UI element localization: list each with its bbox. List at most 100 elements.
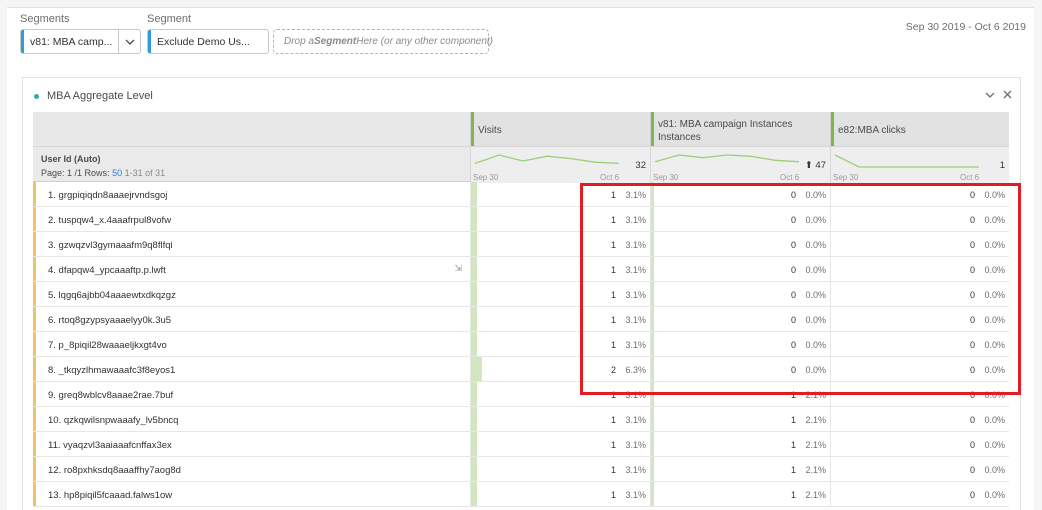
row-dimension-value[interactable]: 3. gzwqzvl3gymaaafm9q8flfqi [33, 232, 470, 256]
close-icon[interactable] [1003, 88, 1012, 102]
column-header-visits[interactable]: Visits [470, 112, 650, 146]
cell-value: 0 [969, 465, 975, 475]
dimension-name[interactable]: User Id (Auto) [41, 154, 470, 164]
table-row[interactable]: 9. greq8wblcv8aaae2rae.7buf 1 3.1% 1 2.1… [33, 382, 1009, 407]
row-dimension-value[interactable]: 4. dfapqw4_ypcaaaftp.p.lwft ⇲ [33, 257, 470, 281]
cell-percent: 2.1% [805, 390, 826, 400]
sparkline [474, 154, 620, 165]
cell-value: 1 [790, 440, 796, 450]
row-dimension-value[interactable]: 1. grgpiqiqdn8aaaejrvndsgoj [33, 182, 470, 206]
cell-visits: 2 6.3% [470, 357, 650, 381]
table-row[interactable]: 10. qzkqwilsnpwaaafy_lv5bncq 1 3.1% 1 2.… [33, 407, 1009, 432]
table-row[interactable]: 3. gzwqzvl3gymaaafm9q8flfqi 1 3.1% 0 0.0… [33, 232, 1009, 257]
cell-value: 0 [969, 490, 975, 500]
cell-instances: 0 0.0% [650, 282, 830, 306]
cell-instances: 1 2.1% [650, 407, 830, 431]
chevron-down-icon[interactable] [985, 88, 995, 102]
table-row[interactable]: 11. vyaqzvl3aaiaaafcnffax3ex 1 3.1% 1 2.… [33, 432, 1009, 457]
table-row[interactable]: 5. lqgq6ajbb04aaaewtxdkqzgz 1 3.1% 0 0.0… [33, 282, 1009, 307]
cell-visits: 1 3.1% [470, 457, 650, 481]
cell-percent: 0.0% [984, 340, 1005, 350]
row-dimension-value[interactable]: 10. qzkqwilsnpwaaafy_lv5bncq [33, 407, 470, 431]
visits-bar [471, 182, 477, 206]
row-dimension-value[interactable]: 6. rtoq8gzypsyaaaelyy0k.3u5 [33, 307, 470, 331]
row-dimension-value[interactable]: 7. p_8piqil28waaaeljkxgt4vo [33, 332, 470, 356]
breakdown-icon[interactable]: ⇲ [454, 263, 462, 274]
row-dimension-value[interactable]: 13. hp8piqil5fcaaad.falws1ow [33, 482, 470, 506]
cell-value: 1 [610, 265, 616, 275]
segment-filter-pill[interactable]: Exclude Demo Us... [147, 29, 269, 54]
cell-percent: 3.1% [625, 315, 646, 325]
instances-bar [651, 332, 654, 356]
cell-visits: 1 3.1% [470, 232, 650, 256]
panel-status-dot [34, 94, 39, 99]
table-row[interactable]: 13. hp8piqil5fcaaad.falws1ow 1 3.1% 1 2.… [33, 482, 1009, 507]
sparkline-end-date: Oct 6 [960, 173, 980, 182]
visits-bar [471, 282, 477, 306]
row-dimension-value[interactable]: 5. lqgq6ajbb04aaaewtxdkqzgz [33, 282, 470, 306]
row-dimension-value[interactable]: 2. tuspqw4_x.4aaafrpul8vofw [33, 207, 470, 231]
summary-row: User Id (Auto) Page: 1 /1 Rows: 50 1-31 … [33, 146, 1009, 183]
row-label: 2. tuspqw4_x.4aaafrpul8vofw [48, 215, 172, 226]
summary-total: ⬆ 47 [804, 160, 826, 171]
segment-dropdown[interactable]: v81: MBA camp... [20, 29, 141, 54]
cell-percent: 3.1% [625, 465, 646, 475]
instances-bar [651, 232, 654, 256]
cell-visits: 1 3.1% [470, 282, 650, 306]
cell-clicks: 0 0.0% [830, 357, 1009, 381]
cell-value: 1 [610, 315, 616, 325]
table-row[interactable]: 12. ro8pxhksdq8aaaffhy7aog8d 1 3.1% 1 2.… [33, 457, 1009, 482]
cell-value: 0 [969, 265, 975, 275]
instances-bar [651, 182, 654, 206]
segment-drop-zone[interactable]: Drop a Segment Here (or any other compon… [273, 29, 493, 54]
table-row[interactable]: 2. tuspqw4_x.4aaafrpul8vofw 1 3.1% 0 0.0… [33, 207, 1009, 232]
cell-instances: 0 0.0% [650, 182, 830, 206]
cell-instances: 1 2.1% [650, 482, 830, 506]
cell-clicks: 0 0.0% [830, 307, 1009, 331]
column-header-clicks[interactable]: e82:MBA clicks [830, 112, 1009, 146]
cell-value: 0 [790, 240, 796, 250]
rows-per-page[interactable]: 50 [112, 168, 122, 178]
cell-percent: 3.1% [625, 390, 646, 400]
table-row[interactable]: 6. rtoq8gzypsyaaaelyy0k.3u5 1 3.1% 0 0.0… [33, 307, 1009, 332]
table-row[interactable]: 1. grgpiqiqdn8aaaejrvndsgoj 1 3.1% 0 0.0… [33, 182, 1009, 207]
cell-percent: 3.1% [625, 290, 646, 300]
column-header-instances[interactable]: v81: MBA campaign Instances Instances [650, 112, 830, 146]
table-row[interactable]: 8. _tkqyzlhmawaaafc3f8eyos1 2 6.3% 0 0.0… [33, 357, 1009, 382]
cell-value: 1 [790, 465, 796, 475]
cell-percent: 0.0% [984, 240, 1005, 250]
row-label: 12. ro8pxhksdq8aaaffhy7aog8d [48, 465, 181, 476]
cell-value: 0 [969, 215, 975, 225]
cell-percent: 0.0% [984, 365, 1005, 375]
cell-value: 1 [610, 290, 616, 300]
cell-value: 0 [790, 265, 796, 275]
cell-clicks: 0 0.0% [830, 207, 1009, 231]
chevron-down-icon[interactable] [118, 30, 140, 53]
panel-title[interactable]: MBA Aggregate Level [47, 90, 153, 102]
row-dimension-value[interactable]: 8. _tkqyzlhmawaaafc3f8eyos1 [33, 357, 470, 381]
cell-visits: 1 3.1% [470, 257, 650, 281]
cell-instances: 0 0.0% [650, 207, 830, 231]
cell-value: 0 [969, 190, 975, 200]
cell-value: 0 [790, 315, 796, 325]
cell-instances: 0 0.0% [650, 257, 830, 281]
instances-bar [651, 282, 654, 306]
cell-value: 0 [969, 415, 975, 425]
row-dimension-value[interactable]: 12. ro8pxhksdq8aaaffhy7aog8d [33, 457, 470, 481]
pagination-info: Page: 1 /1 Rows: 50 1-31 of 31 [41, 168, 470, 178]
date-range[interactable]: Sep 30 2019 - Oct 6 2019 [906, 21, 1026, 33]
cell-value: 0 [790, 190, 796, 200]
cell-percent: 0.0% [984, 415, 1005, 425]
instances-bar [651, 407, 654, 431]
table-row[interactable]: 4. dfapqw4_ypcaaaftp.p.lwft ⇲ 1 3.1% 0 0… [33, 257, 1009, 282]
cell-percent: 3.1% [625, 265, 646, 275]
cell-value: 1 [610, 190, 616, 200]
sparkline-path [834, 154, 979, 168]
dimension-header [33, 112, 470, 146]
row-dimension-value[interactable]: 9. greq8wblcv8aaae2rae.7buf [33, 382, 470, 406]
sparkline-path [474, 154, 620, 165]
row-dimension-value[interactable]: 11. vyaqzvl3aaiaaafcnffax3ex [33, 432, 470, 456]
table-row[interactable]: 7. p_8piqil28waaaeljkxgt4vo 1 3.1% 0 0.0… [33, 332, 1009, 357]
visits-bar [471, 257, 477, 281]
drop-zone-prefix: Drop a [284, 36, 315, 47]
